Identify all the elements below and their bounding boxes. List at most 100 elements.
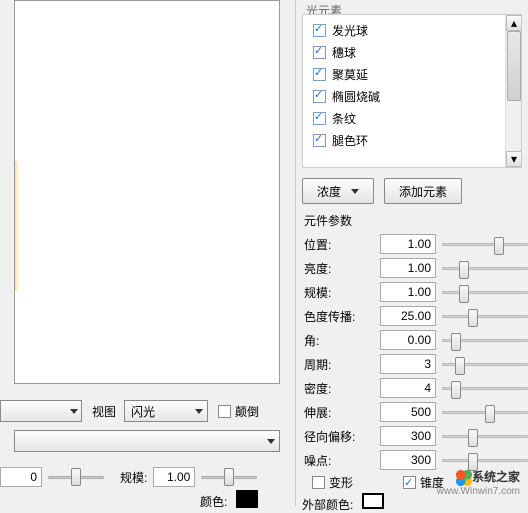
taper-checkbox[interactable]: [403, 476, 416, 489]
param-label: 亮度:: [302, 260, 380, 277]
item-checkbox[interactable]: [313, 24, 326, 37]
add-label: 添加元素: [399, 183, 447, 200]
param-row: 色度传播:: [302, 304, 528, 328]
slider-thumb[interactable]: [485, 405, 495, 423]
param-field[interactable]: [380, 306, 436, 326]
item-checkbox[interactable]: [313, 90, 326, 103]
params-title: 元件参数: [304, 212, 352, 229]
param-label: 色度传播:: [302, 308, 380, 325]
param-slider[interactable]: [442, 243, 528, 246]
slider-thumb[interactable]: [451, 381, 461, 399]
checkbox-row: 变形 锥度: [302, 474, 444, 491]
param-row: 亮度:: [302, 256, 528, 280]
value-field[interactable]: [0, 467, 42, 487]
slider-thumb[interactable]: [468, 309, 478, 327]
element-item[interactable]: 聚莫延: [313, 63, 521, 85]
param-label: 角:: [302, 332, 380, 349]
param-slider[interactable]: [442, 387, 528, 390]
param-field[interactable]: [380, 282, 436, 302]
element-item[interactable]: 腿色环: [313, 129, 521, 151]
param-row: 密度:: [302, 376, 528, 400]
item-label: 发光球: [332, 22, 368, 39]
invert-label: 颠倒: [235, 403, 259, 420]
element-item[interactable]: 条纹: [313, 107, 521, 129]
param-slider[interactable]: [442, 267, 528, 270]
watermark-text2: www.Winwin7.com: [437, 486, 520, 497]
item-checkbox[interactable]: [313, 46, 326, 59]
param-row: 周期:: [302, 352, 528, 376]
deform-checkbox[interactable]: [312, 476, 325, 489]
param-field[interactable]: [380, 450, 436, 470]
scroll-down-button[interactable]: ▾: [506, 151, 522, 167]
param-label: 规模:: [302, 284, 380, 301]
slider-thumb[interactable]: [459, 261, 469, 279]
param-label: 径向偏移:: [302, 428, 380, 445]
param-row: 伸展:: [302, 400, 528, 424]
item-label: 穗球: [332, 44, 356, 61]
param-label: 位置:: [302, 236, 380, 253]
preview-canvas[interactable]: [14, 0, 280, 384]
scroll-thumb[interactable]: [507, 31, 521, 101]
slider-thumb[interactable]: [224, 468, 234, 486]
item-label: 椭圆烧碱: [332, 88, 380, 105]
scale-label: 规模:: [120, 469, 147, 486]
param-field[interactable]: [380, 354, 436, 374]
slider-thumb[interactable]: [451, 333, 461, 351]
item-checkbox[interactable]: [313, 134, 326, 147]
param-field[interactable]: [380, 402, 436, 422]
param-slider[interactable]: [442, 435, 528, 438]
param-row: 规模:: [302, 280, 528, 304]
element-item[interactable]: 发光球: [313, 19, 521, 41]
param-slider[interactable]: [442, 339, 528, 342]
color-label: 颜色:: [200, 493, 227, 510]
param-field[interactable]: [380, 234, 436, 254]
param-label: 周期:: [302, 356, 380, 373]
param-slider[interactable]: [442, 363, 528, 366]
param-slider[interactable]: [442, 315, 528, 318]
ext-color-label: 外部颜色:: [302, 496, 353, 513]
param-label: 伸展:: [302, 404, 380, 421]
dropdown-1[interactable]: [0, 400, 82, 422]
item-checkbox[interactable]: [313, 68, 326, 81]
left-panel: 视图 闪光 颠倒 规模: 颜色:: [0, 0, 295, 506]
param-slider[interactable]: [442, 291, 528, 294]
param-field[interactable]: [380, 258, 436, 278]
slider-thumb[interactable]: [468, 429, 478, 447]
slider-thumb[interactable]: [459, 285, 469, 303]
wide-dropdown[interactable]: [14, 430, 280, 452]
slider-1[interactable]: [48, 467, 104, 487]
right-panel: 光元素 发光球穗球聚莫延椭圆烧碱条纹腿色环 ▴ ▾ 浓度 添加元素 元件参数 位…: [295, 0, 528, 506]
param-row: 角:: [302, 328, 528, 352]
chevron-down-icon: [267, 439, 275, 444]
density-dropdown[interactable]: 浓度: [302, 178, 374, 204]
deform-label: 变形: [329, 474, 353, 491]
invert-checkbox[interactable]: [218, 405, 231, 418]
element-item[interactable]: 椭圆烧碱: [313, 85, 521, 107]
chevron-down-icon: [351, 189, 359, 194]
param-row: 径向偏移:: [302, 424, 528, 448]
ext-color-swatch[interactable]: [362, 493, 384, 509]
param-slider[interactable]: [442, 411, 528, 414]
button-row: 浓度 添加元素: [302, 178, 462, 204]
scrollbar[interactable]: ▴ ▾: [505, 15, 521, 167]
slider-thumb[interactable]: [71, 468, 81, 486]
scroll-up-button[interactable]: ▴: [506, 15, 522, 31]
param-slider[interactable]: [442, 459, 528, 462]
item-label: 腿色环: [332, 132, 368, 149]
slider-thumb[interactable]: [455, 357, 465, 375]
param-field[interactable]: [380, 426, 436, 446]
chevron-down-icon: [195, 409, 203, 414]
param-field[interactable]: [380, 378, 436, 398]
view-dropdown[interactable]: 闪光: [124, 400, 208, 422]
item-checkbox[interactable]: [313, 112, 326, 125]
elements-list: 发光球穗球聚莫延椭圆烧碱条纹腿色环 ▴ ▾: [302, 14, 522, 168]
chevron-down-icon: [70, 409, 78, 414]
slider-scale[interactable]: [201, 467, 257, 487]
slider-thumb[interactable]: [494, 237, 504, 255]
bottom-row: 规模:: [0, 462, 295, 492]
param-field[interactable]: [380, 330, 436, 350]
add-element-button[interactable]: 添加元素: [384, 178, 462, 204]
color-swatch[interactable]: [236, 490, 258, 508]
scale-field[interactable]: [153, 467, 195, 487]
element-item[interactable]: 穗球: [313, 41, 521, 63]
